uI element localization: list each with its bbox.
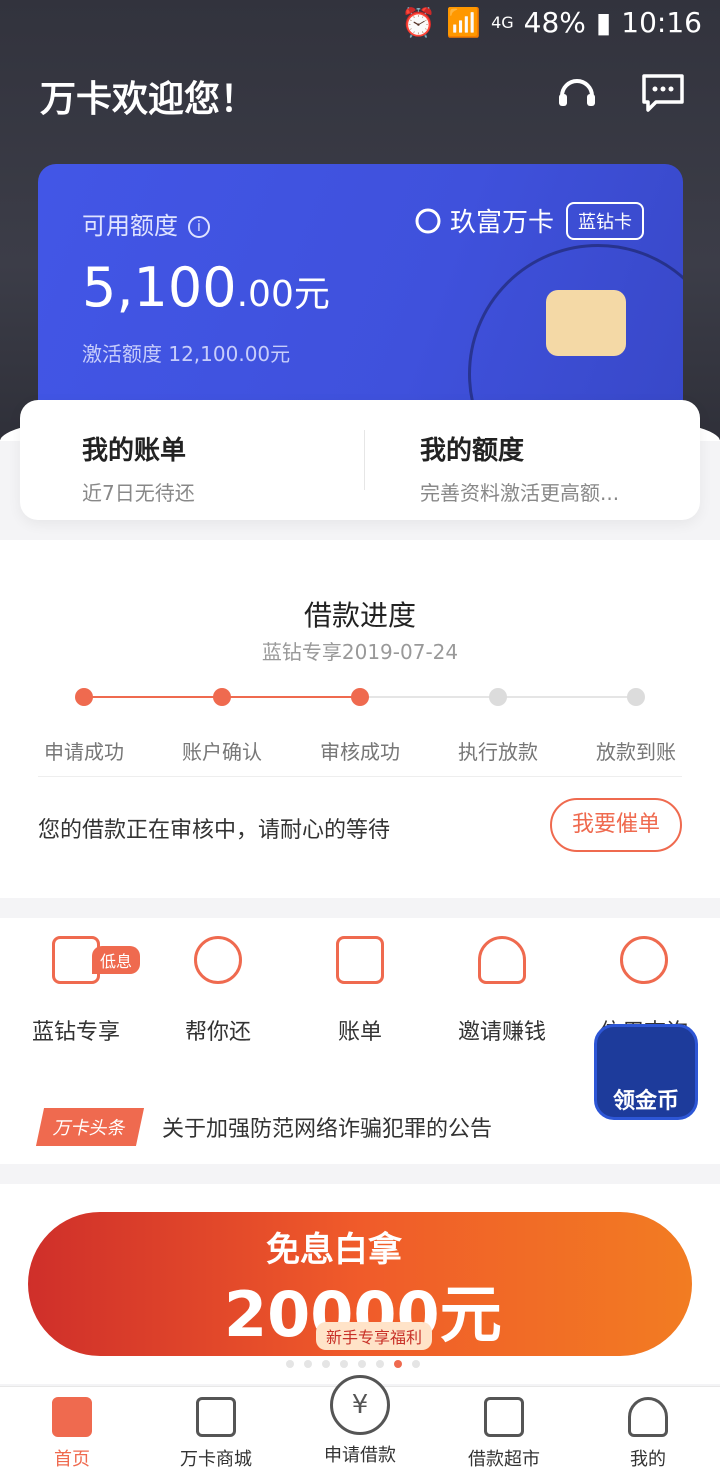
credit-card[interactable]: 可用额度 i 5,100.00元 激活额度 12,100.00元 玖富万卡 蓝钻卡 [38, 164, 683, 424]
divider [38, 776, 682, 777]
pagination-dot [394, 1360, 402, 1368]
tab-apply-loan[interactable]: 申请借款 [288, 1433, 432, 1467]
network-label: 4G [491, 13, 514, 32]
bill-icon [336, 936, 384, 984]
welcome-title: 万卡欢迎您！ [40, 79, 257, 120]
info-icon[interactable]: i [188, 216, 210, 238]
banner-section: 免息白拿 20000元 新手专享福利 [0, 1184, 720, 1384]
my-limit-sub: 完善资料激活更高额... [420, 481, 620, 505]
bottom-tab-bar: 首页 万卡商城 申请借款 ¥ 借款超市 我的 [0, 1375, 720, 1480]
fn-repay[interactable]: 帮你还 [146, 936, 290, 1046]
brand-logo: 玖富万卡 [414, 202, 554, 239]
tab-label: 万卡商城 [180, 1449, 252, 1470]
fn-invite[interactable]: 邀请赚钱 [430, 936, 574, 1046]
card-chip-icon [546, 290, 626, 356]
clock: 10:16 [621, 6, 702, 39]
brand-name: 玖富万卡 [450, 208, 555, 238]
progress-step-dot [627, 688, 645, 706]
progress-step-label: 账户确认 [182, 740, 262, 764]
credit-query-icon [620, 936, 668, 984]
user-icon [628, 1397, 668, 1437]
float-label: 领金币 [612, 1089, 679, 1114]
my-limit-title: 我的额度 [420, 436, 525, 466]
battery-icon: ▮ [595, 6, 612, 39]
divider [364, 430, 365, 490]
invite-icon [478, 936, 526, 984]
news-text: 关于加强防范网络诈骗犯罪的公告 [162, 1117, 493, 1142]
progress-date: 蓝钻专享2019-07-24 [261, 640, 459, 664]
progress-step-dot [489, 688, 507, 706]
quick-panel: 我的账单 近7日无待还 我的额度 完善资料激活更高额... [20, 400, 700, 520]
shopping-bag-icon [196, 1397, 236, 1437]
pagination-dot [322, 1360, 330, 1368]
my-bill-sub: 近7日无待还 [82, 481, 195, 505]
battery-percent: 48% [523, 6, 586, 39]
amount-decimal: .00 [236, 274, 294, 315]
pagination-dot [286, 1360, 294, 1368]
status-bar: ⏰ 📶 4G 48% ▮ 10:16 [0, 0, 720, 46]
news-ticker[interactable]: 万卡头条 关于加强防范网络诈骗犯罪的公告 [35, 1108, 493, 1146]
headset-icon[interactable] [554, 70, 600, 116]
news-tag: 万卡头条 [35, 1108, 145, 1146]
tab-label: 借款超市 [468, 1449, 540, 1470]
progress-step-label: 执行放款 [458, 740, 538, 764]
pagination-dot [412, 1360, 420, 1368]
yen-icon[interactable]: ¥ [330, 1375, 390, 1435]
tab-mall[interactable]: 万卡商城 [144, 1397, 288, 1471]
tab-label: 我的 [630, 1449, 666, 1470]
fn-label: 蓝钻专享 [31, 1020, 120, 1045]
tab-loan-market[interactable]: 借款超市 [432, 1397, 576, 1471]
banner-pagination [286, 1360, 420, 1368]
amount-unit: 元 [293, 274, 330, 315]
card-tier-badge: 蓝钻卡 [566, 202, 644, 240]
progress-step-label: 审核成功 [320, 740, 400, 764]
tab-label: 申请借款 [324, 1445, 396, 1466]
progress-step-label: 申请成功 [44, 740, 124, 764]
loan-progress: 借款进度 蓝钻专享2019-07-24 申请成功 账户确认 审核成功 执行放款 放款到账… [0, 540, 720, 898]
pagination-dot [304, 1360, 312, 1368]
available-amount: 5,100.00元 [82, 256, 330, 319]
activation-limit: 激活额度 12,100.00元 [82, 342, 291, 366]
pagination-dot [340, 1360, 348, 1368]
progress-step-label: 放款到账 [596, 740, 676, 764]
fn-label: 账单 [337, 1020, 382, 1045]
banner-line3: 新手专享福利 [316, 1322, 433, 1350]
progress-step-dot [351, 688, 369, 706]
progress-step-dot [75, 688, 93, 706]
progress-title: 借款进度 [303, 599, 416, 632]
repay-icon [194, 936, 242, 984]
home-icon [52, 1397, 92, 1437]
pagination-dot [358, 1360, 366, 1368]
tab-home[interactable]: 首页 [0, 1397, 144, 1471]
market-icon [484, 1397, 524, 1437]
message-icon[interactable] [640, 70, 686, 116]
available-limit-text: 可用额度 [82, 212, 178, 240]
brand-icon [415, 208, 441, 233]
amount-main: 5,100 [82, 256, 237, 319]
progress-step-dot [213, 688, 231, 706]
available-limit-label: 可用额度 i [82, 206, 210, 241]
my-bill-title: 我的账单 [82, 436, 187, 466]
fn-label: 邀请赚钱 [457, 1020, 546, 1045]
promo-banner[interactable]: 免息白拿 20000元 新手专享福利 [28, 1212, 692, 1356]
tab-label: 首页 [54, 1449, 90, 1470]
urge-button[interactable]: 我要催单 [550, 798, 682, 852]
fn-label: 帮你还 [184, 1020, 251, 1045]
coin-float-button[interactable]: 领金币 [594, 1024, 698, 1120]
alarm-icon: ⏰ [401, 6, 437, 39]
my-limit[interactable]: 我的额度 完善资料激活更高额... [420, 430, 619, 506]
my-bill[interactable]: 我的账单 近7日无待还 [82, 430, 195, 506]
loan-status-text: 您的借款正在审核中，请耐心的等待 [38, 818, 391, 843]
pagination-dot [376, 1360, 384, 1368]
fn-bill[interactable]: 账单 [288, 936, 432, 1046]
low-interest-tag: 低息 [92, 946, 141, 974]
tab-profile[interactable]: 我的 [576, 1397, 720, 1471]
fn-blue-diamond[interactable]: 蓝钻专享 低息 [4, 936, 148, 1046]
wifi-icon: 📶 [446, 6, 482, 39]
